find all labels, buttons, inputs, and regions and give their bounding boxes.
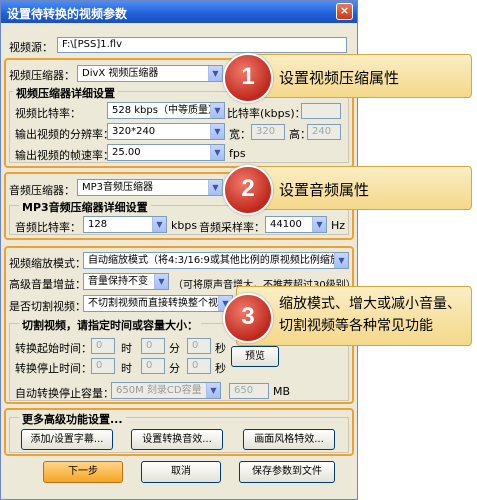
callout-badge: 3	[223, 293, 273, 343]
callout-badge: 2	[223, 165, 273, 215]
source-label: 视频源：	[9, 41, 53, 54]
title-bar[interactable]: 设置待转换的视频参数 ×	[1, 1, 357, 23]
next-button[interactable]: 下一步	[43, 461, 123, 483]
callout-text: 缩放模式、增大或减小音量、 切割视频等各种常见功能	[279, 293, 461, 337]
cancel-button[interactable]: 取消	[141, 461, 221, 483]
callout-line-1: 缩放模式、增大或减小音量、	[279, 296, 461, 312]
callout-badge: 1	[223, 53, 273, 103]
callout-text: 设置音频属性	[279, 181, 370, 199]
window-title: 设置待转换的视频参数	[7, 7, 128, 21]
callout-2: 2 设置音频属性	[223, 165, 472, 215]
close-button[interactable]: ×	[336, 3, 353, 20]
callout-text: 设置视频压缩属性	[279, 69, 400, 87]
callout-1: 1 设置视频压缩属性	[223, 53, 472, 103]
highlight-frame-advanced	[4, 408, 354, 456]
callout-3: 3 缩放模式、增大或减小音量、 切割视频等各种常见功能	[223, 286, 472, 346]
source-field[interactable]: F:\[PSS]1.flv	[57, 37, 347, 53]
save-params-button[interactable]: 保存参数到文件	[239, 461, 335, 483]
callout-line-2: 切割视频等各种常见功能	[279, 318, 433, 334]
